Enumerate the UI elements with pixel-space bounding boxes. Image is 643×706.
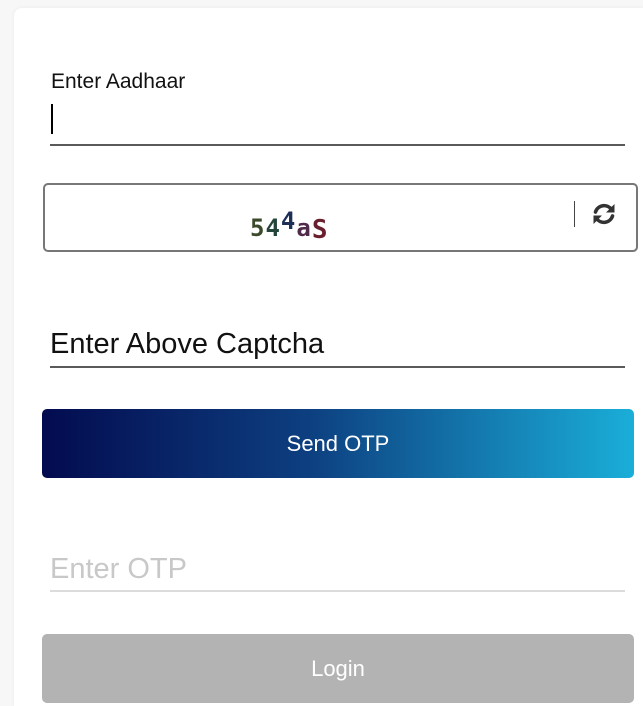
captcha-char: 4 <box>280 207 297 235</box>
captcha-char: a <box>296 214 312 242</box>
captcha-input[interactable] <box>50 322 625 368</box>
aadhaar-label: Enter Aadhaar <box>51 70 186 93</box>
aadhaar-input[interactable] <box>50 102 625 146</box>
captcha-image: 544aS <box>250 207 329 245</box>
login-button[interactable]: Login <box>42 634 634 703</box>
captcha-char: 5 <box>250 214 266 242</box>
captcha-box: 544aS <box>43 183 638 252</box>
text-cursor <box>51 104 53 134</box>
refresh-icon[interactable] <box>590 200 618 228</box>
captcha-divider <box>574 201 575 227</box>
send-otp-button[interactable]: Send OTP <box>42 409 634 478</box>
captcha-char: S <box>311 215 329 245</box>
otp-input[interactable] <box>50 548 625 592</box>
captcha-char: 4 <box>265 214 281 242</box>
